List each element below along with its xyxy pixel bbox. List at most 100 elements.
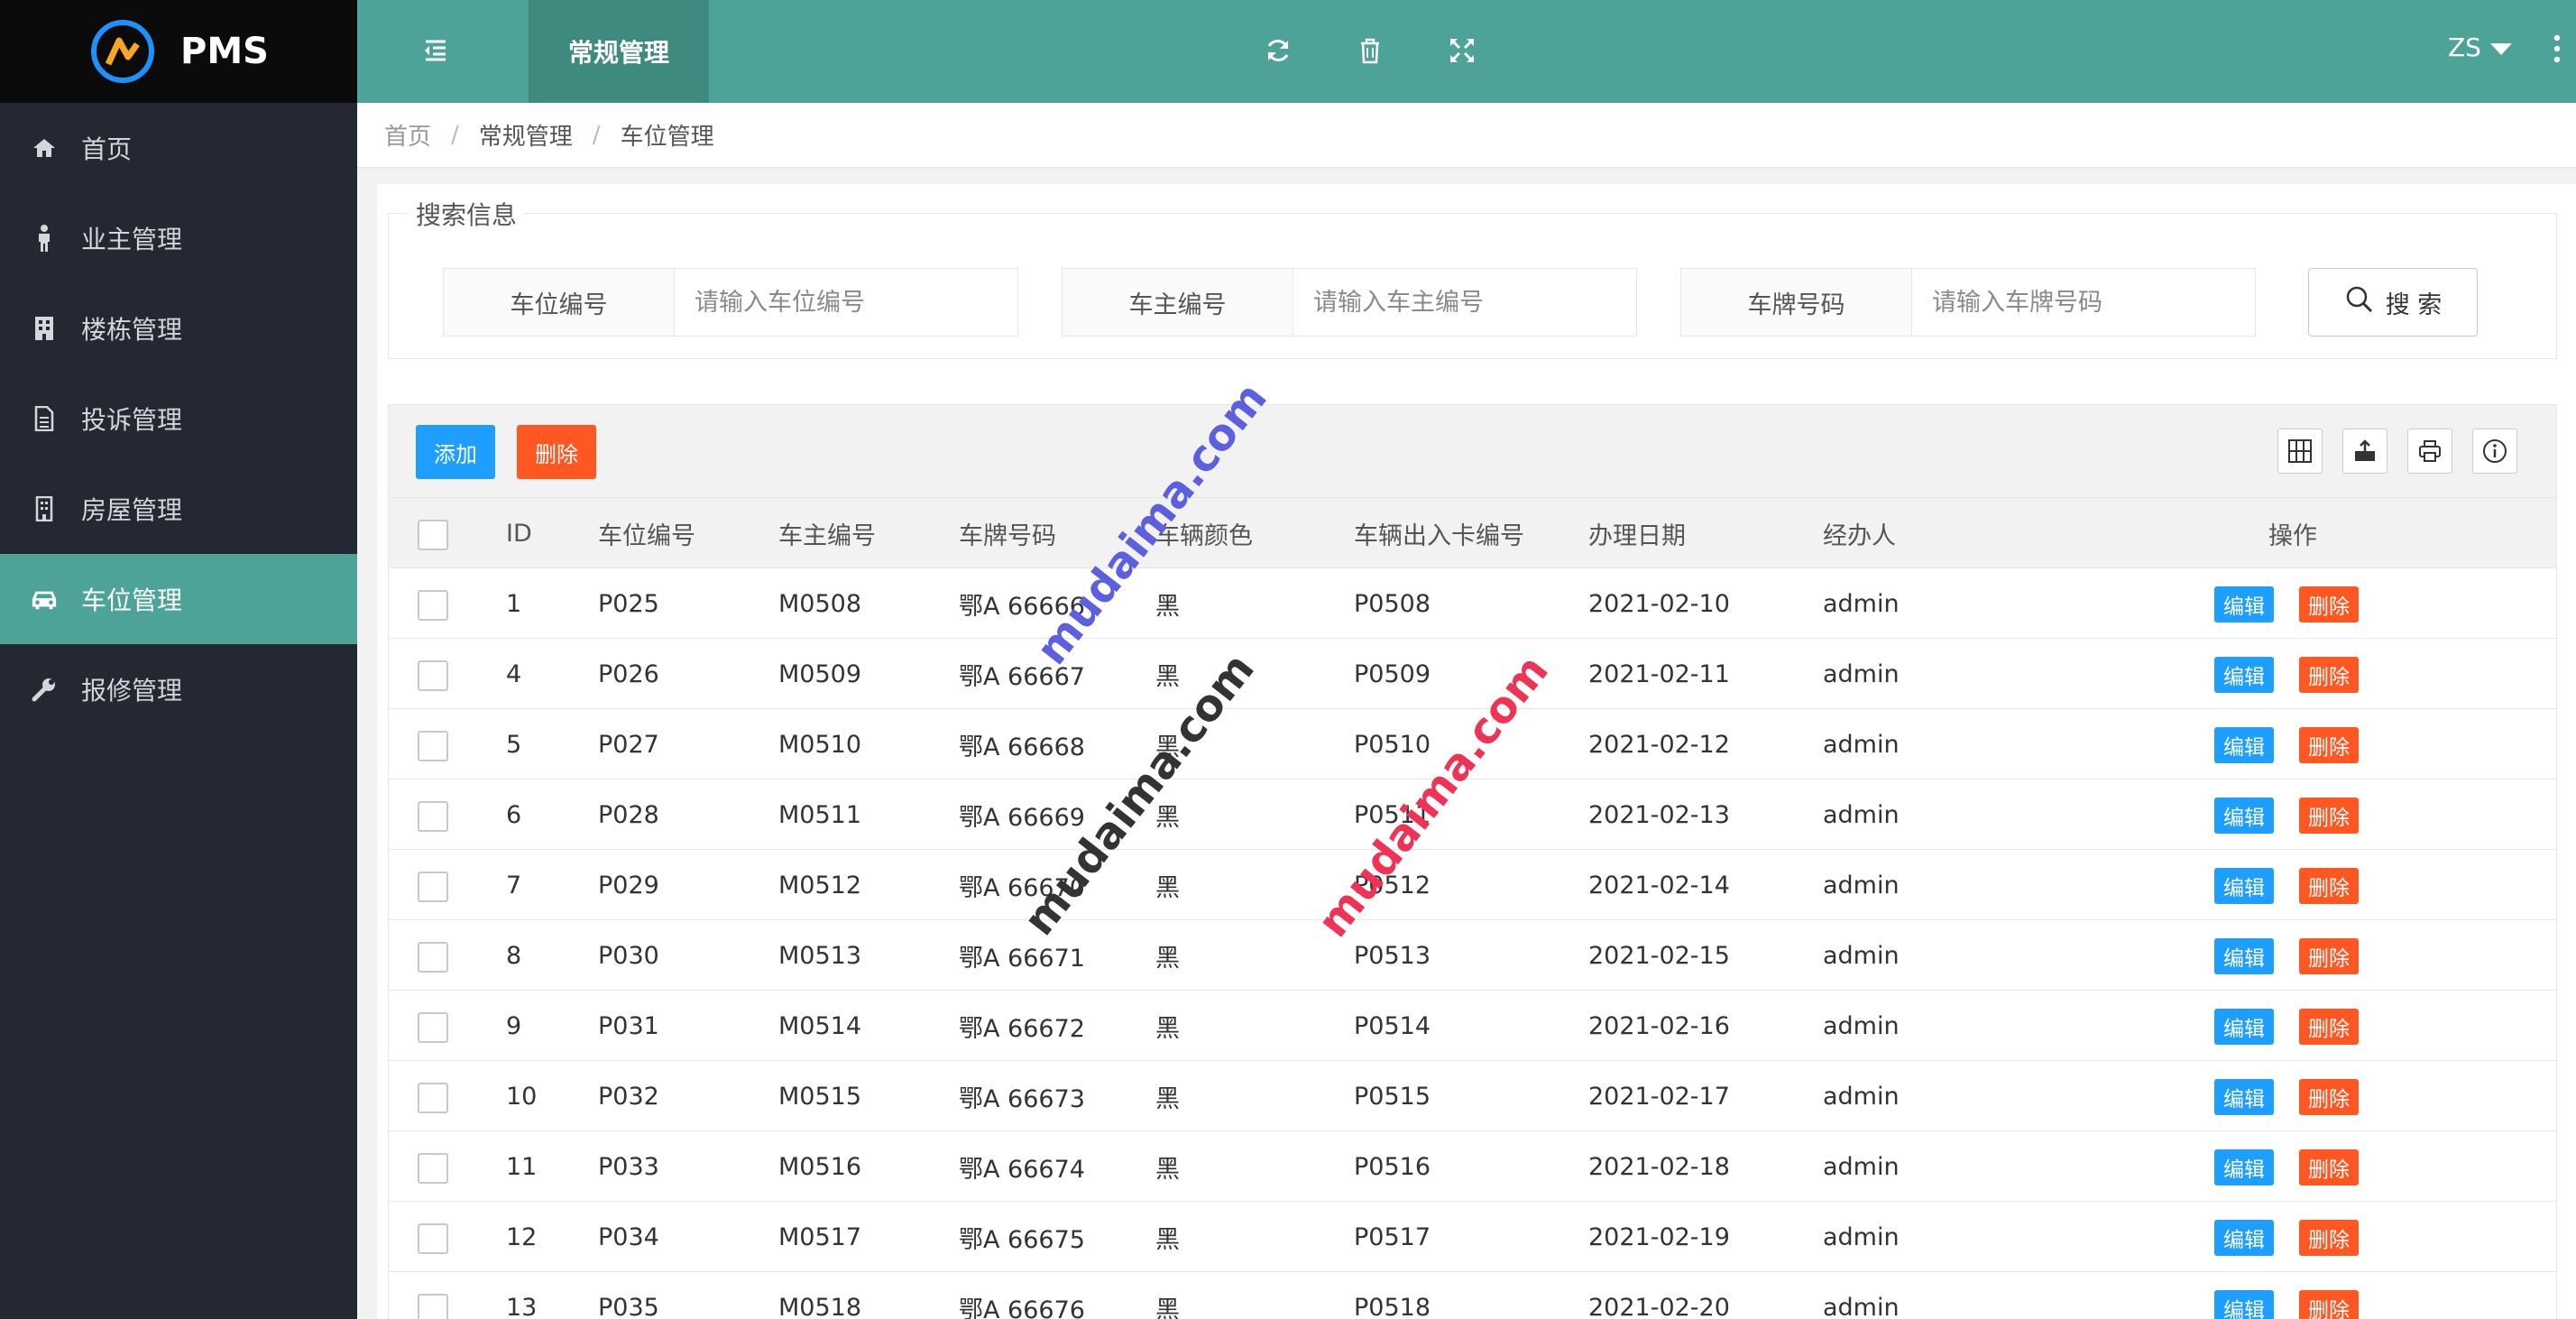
sidebar-item-label: 报修管理 bbox=[81, 676, 183, 706]
delete-button[interactable]: 删除 bbox=[2299, 938, 2359, 974]
edit-button[interactable]: 编辑 bbox=[2214, 1220, 2274, 1256]
cell-date: 2021-02-12 bbox=[1588, 730, 1730, 759]
cell-date: 2021-02-13 bbox=[1588, 800, 1730, 829]
cell-color: 黑 bbox=[1155, 1155, 1180, 1184]
edit-button[interactable]: 编辑 bbox=[2214, 1079, 2274, 1115]
search-legend: 搜索信息 bbox=[409, 196, 525, 232]
cell-space-no: P026 bbox=[598, 660, 659, 688]
cell-handler: admin bbox=[1823, 1082, 1900, 1111]
columns-icon[interactable] bbox=[2277, 429, 2323, 474]
breadcrumb-home[interactable]: 首页 bbox=[384, 118, 431, 152]
edit-button[interactable]: 编辑 bbox=[2214, 938, 2274, 974]
delete-button[interactable]: 删除 bbox=[2299, 798, 2359, 834]
cell-owner-no: M0518 bbox=[778, 1293, 862, 1319]
edit-button[interactable]: 编辑 bbox=[2214, 1009, 2274, 1045]
row-checkbox[interactable] bbox=[418, 1083, 448, 1113]
row-checkbox[interactable] bbox=[418, 872, 448, 902]
refresh-icon[interactable] bbox=[1263, 35, 1293, 69]
sidebar-item-home[interactable]: 首页 bbox=[0, 103, 357, 193]
table-row: 6 P028 M0511 鄂A 66669 黑 P0511 2021-02-13 admin 编… bbox=[389, 779, 2556, 850]
cell-handler: admin bbox=[1823, 800, 1900, 829]
more-icon[interactable] bbox=[2553, 32, 2562, 69]
document-icon bbox=[31, 406, 58, 431]
row-checkbox[interactable] bbox=[418, 801, 448, 832]
cell-card-no: P0510 bbox=[1354, 730, 1431, 759]
delete-button[interactable]: 删除 bbox=[2299, 727, 2359, 763]
delete-button[interactable]: 删除 bbox=[2299, 1009, 2359, 1045]
select-all-checkbox[interactable] bbox=[418, 520, 448, 550]
edit-button[interactable]: 编辑 bbox=[2214, 1290, 2274, 1319]
cell-id: 6 bbox=[506, 800, 522, 829]
cell-space-no: P034 bbox=[598, 1222, 659, 1251]
sidebar-item-complaints[interactable]: 投诉管理 bbox=[0, 374, 357, 464]
edit-button[interactable]: 编辑 bbox=[2214, 586, 2274, 623]
cell-id: 4 bbox=[506, 660, 522, 688]
delete-button[interactable]: 删除 bbox=[2299, 1079, 2359, 1115]
search-label: 车牌号码 bbox=[1681, 269, 1912, 336]
sidebar-item-label: 投诉管理 bbox=[81, 405, 183, 435]
cell-handler: admin bbox=[1823, 1222, 1900, 1251]
print-icon[interactable] bbox=[2407, 429, 2452, 474]
export-icon[interactable] bbox=[2342, 429, 2387, 474]
delete-button[interactable]: 删除 bbox=[2299, 1220, 2359, 1256]
cell-date: 2021-02-19 bbox=[1588, 1222, 1730, 1251]
row-checkbox[interactable] bbox=[418, 660, 448, 691]
cell-handler: admin bbox=[1823, 871, 1900, 899]
cell-card-no: P0517 bbox=[1354, 1222, 1431, 1251]
cell-id: 8 bbox=[506, 941, 522, 970]
edit-button[interactable]: 编辑 bbox=[2214, 868, 2274, 904]
app-name: PMS bbox=[180, 31, 269, 72]
info-icon[interactable] bbox=[2472, 429, 2517, 474]
column-header-owner-no: 车主编号 bbox=[778, 521, 876, 550]
cell-space-no: P027 bbox=[598, 730, 659, 759]
column-header-id: ID bbox=[506, 519, 532, 548]
sidebar-item-buildings[interactable]: 楼栋管理 bbox=[0, 283, 357, 374]
search-group-space-no: 车位编号 bbox=[443, 268, 1018, 337]
tab-general-management[interactable]: 常规管理 bbox=[529, 0, 709, 103]
breadcrumb-general[interactable]: 常规管理 bbox=[479, 118, 573, 152]
sidebar-item-parking[interactable]: 车位管理 bbox=[0, 554, 357, 644]
add-button[interactable]: 添加 bbox=[416, 425, 495, 479]
row-checkbox[interactable] bbox=[418, 1012, 448, 1043]
edit-button[interactable]: 编辑 bbox=[2214, 798, 2274, 834]
breadcrumb-separator: / bbox=[451, 121, 459, 149]
sidebar-item-repairs[interactable]: 报修管理 bbox=[0, 644, 357, 734]
cell-owner-no: M0509 bbox=[778, 660, 862, 688]
cell-handler: admin bbox=[1823, 941, 1900, 970]
logo[interactable]: PMS bbox=[0, 0, 357, 103]
batch-delete-button[interactable]: 删除 bbox=[517, 425, 596, 479]
edit-button[interactable]: 编辑 bbox=[2214, 727, 2274, 763]
search-icon bbox=[2344, 284, 2375, 321]
fullscreen-icon[interactable] bbox=[1447, 35, 1477, 69]
trash-icon[interactable] bbox=[1355, 35, 1385, 69]
delete-button[interactable]: 删除 bbox=[2299, 1290, 2359, 1319]
sidebar-item-owners[interactable]: 业主管理 bbox=[0, 193, 357, 283]
row-checkbox[interactable] bbox=[418, 1294, 448, 1319]
row-checkbox[interactable] bbox=[418, 1223, 448, 1254]
edit-button[interactable]: 编辑 bbox=[2214, 657, 2274, 693]
owner-no-input[interactable] bbox=[1293, 269, 1636, 336]
cell-plate-no: 鄂A 66672 bbox=[959, 1014, 1085, 1043]
search-group-owner-no: 车主编号 bbox=[1062, 268, 1637, 337]
user-menu[interactable]: ZS bbox=[2448, 32, 2512, 62]
cell-handler: admin bbox=[1823, 1293, 1900, 1319]
row-checkbox[interactable] bbox=[418, 1153, 448, 1184]
cell-plate-no: 鄂A 66676 bbox=[959, 1296, 1085, 1319]
search-button[interactable]: 搜 索 bbox=[2308, 268, 2478, 337]
delete-button[interactable]: 删除 bbox=[2299, 586, 2359, 623]
row-checkbox[interactable] bbox=[418, 590, 448, 621]
sidebar-item-houses[interactable]: 房屋管理 bbox=[0, 464, 357, 554]
cell-date: 2021-02-18 bbox=[1588, 1152, 1730, 1181]
edit-button[interactable]: 编辑 bbox=[2214, 1149, 2274, 1185]
delete-button[interactable]: 删除 bbox=[2299, 868, 2359, 904]
cell-date: 2021-02-10 bbox=[1588, 589, 1730, 618]
row-checkbox[interactable] bbox=[418, 942, 448, 973]
space-no-input[interactable] bbox=[675, 269, 1017, 336]
plate-no-input[interactable] bbox=[1912, 269, 2255, 336]
delete-button[interactable]: 删除 bbox=[2299, 1149, 2359, 1185]
row-checkbox[interactable] bbox=[418, 731, 448, 761]
search-button-label: 搜 索 bbox=[2385, 291, 2443, 319]
delete-button[interactable]: 删除 bbox=[2299, 657, 2359, 693]
fold-menu-icon[interactable] bbox=[420, 34, 451, 69]
table-row: 8 P030 M0513 鄂A 66671 黑 P0513 2021-02-15 admin 编… bbox=[389, 920, 2556, 991]
